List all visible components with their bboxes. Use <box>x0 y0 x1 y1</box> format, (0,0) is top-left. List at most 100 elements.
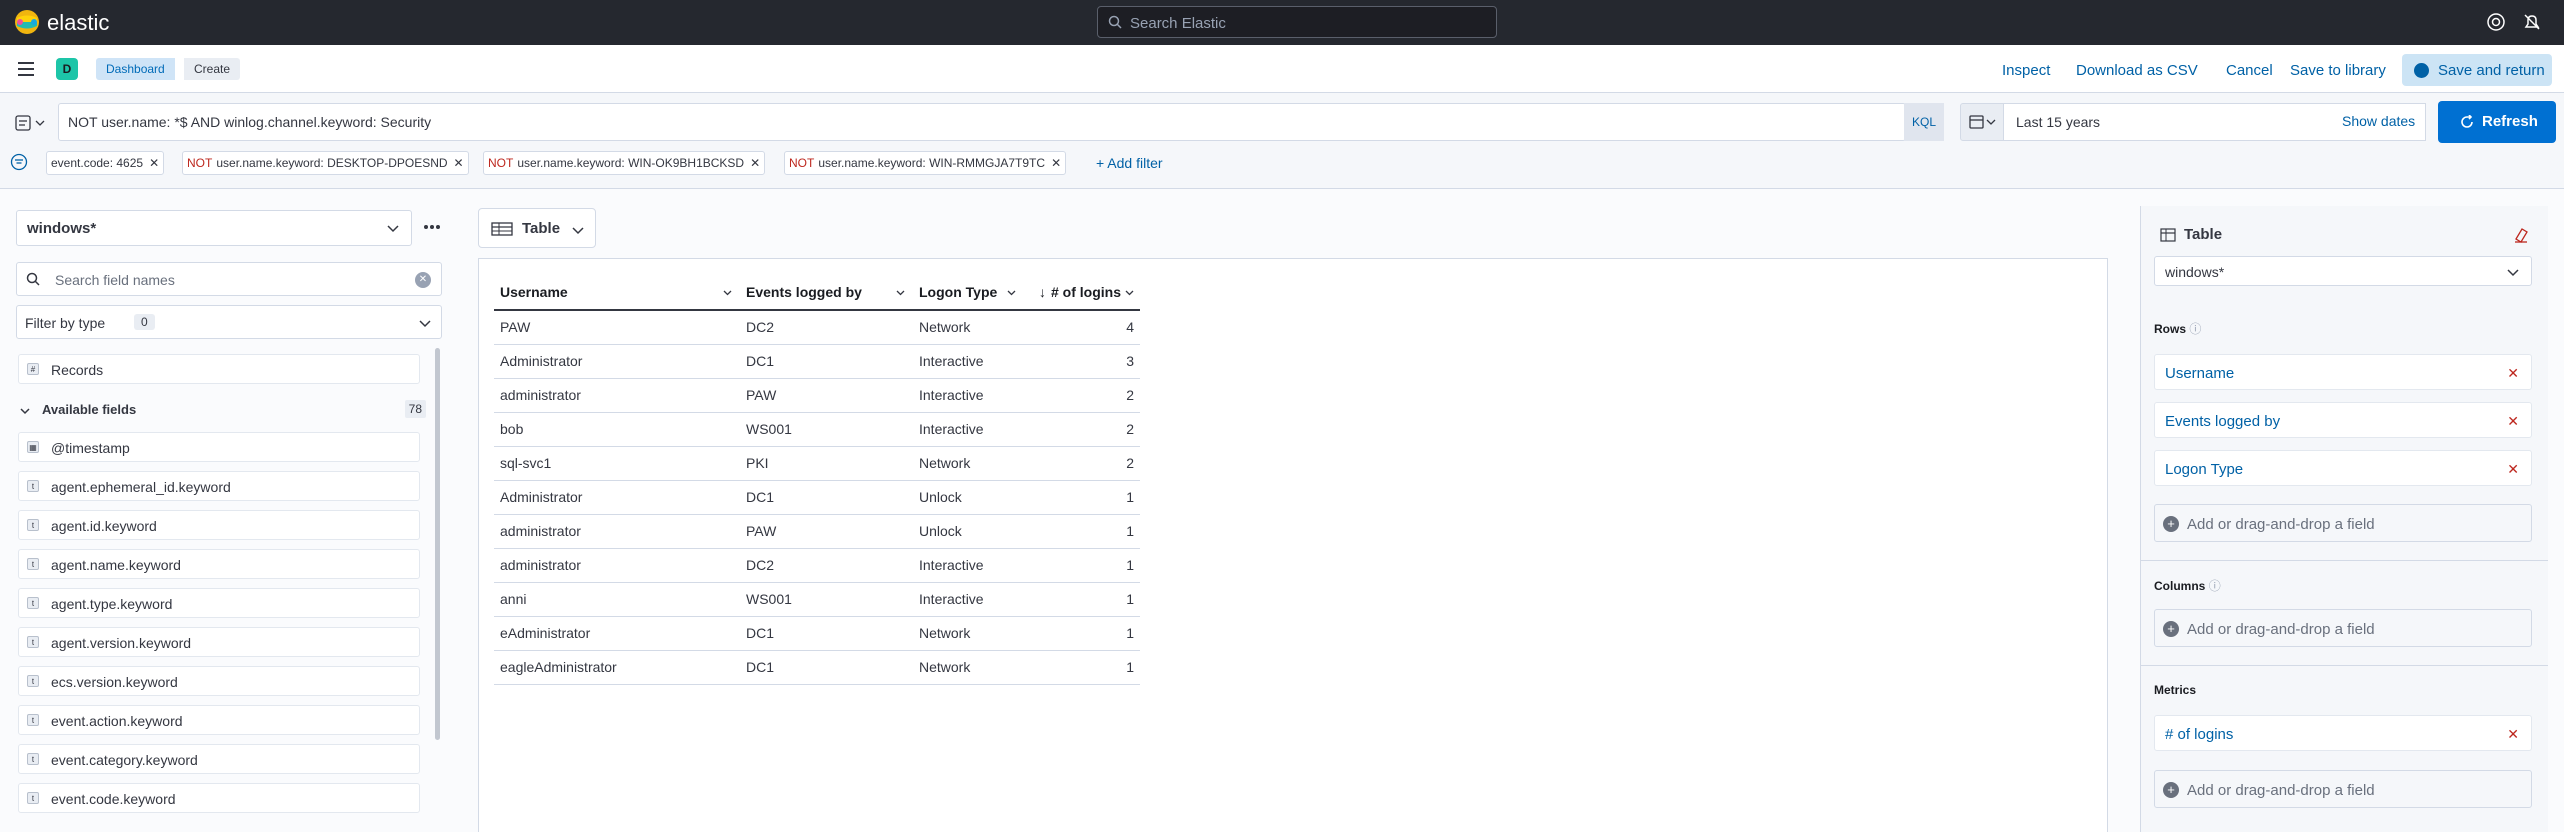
metric-dimension[interactable]: # of logins ✕ <box>2154 715 2532 751</box>
dimension-label: Username <box>2165 365 2235 382</box>
table-cell: DC1 <box>740 616 913 651</box>
global-search-input[interactable]: Search Elastic <box>1097 6 1497 38</box>
refresh-button[interactable]: Refresh <box>2438 101 2556 143</box>
field-name: event.action.keyword <box>51 713 183 729</box>
row-dimension[interactable]: Events logged by ✕ <box>2154 402 2532 438</box>
add-column-field-button[interactable]: + Add or drag-and-drop a field <box>2154 609 2532 647</box>
text-type-icon: t <box>27 597 39 609</box>
more-options-icon[interactable] <box>422 217 442 237</box>
query-language-button[interactable]: KQL <box>1904 103 1944 141</box>
add-metric-field-button[interactable]: + Add or drag-and-drop a field <box>2154 770 2532 808</box>
column-header-username[interactable]: Username <box>494 274 740 311</box>
table-row: eAdministrator DC1 Network 1 <box>494 616 1140 651</box>
filter-text: user.name.keyword: WIN-OK9BH1BCKSD <box>517 156 745 170</box>
field-list-scrollbar[interactable] <box>435 348 440 740</box>
divider <box>2140 560 2548 561</box>
index-pattern-select[interactable]: windows* <box>16 210 412 246</box>
search-icon <box>26 272 40 286</box>
table-cell: 2 <box>1024 412 1140 447</box>
kql-query-input[interactable]: NOT user.name: *$ AND winlog.channel.key… <box>58 103 1906 141</box>
remove-filter-icon[interactable]: ✕ <box>454 156 464 170</box>
filter-pill[interactable]: NOT user.name.keyword: DESKTOP-DPOESND ✕ <box>182 151 469 175</box>
elastic-logo-icon[interactable] <box>14 9 40 35</box>
field-item[interactable]: t ecs.version.keyword <box>18 666 420 696</box>
filter-by-type-button[interactable]: Filter by type 0 <box>16 305 442 339</box>
remove-dimension-icon[interactable]: ✕ <box>2507 726 2519 743</box>
row-dimension[interactable]: Logon Type ✕ <box>2154 450 2532 486</box>
field-item[interactable]: t agent.ephemeral_id.keyword <box>18 471 420 501</box>
row-dimension[interactable]: Username ✕ <box>2154 354 2532 390</box>
notifications-icon[interactable] <box>2522 12 2542 32</box>
table-cell: DC2 <box>740 310 913 345</box>
table-cell: WS001 <box>740 582 913 617</box>
date-range-text: Last 15 years <box>2016 114 2101 130</box>
field-item-records[interactable]: # Records <box>18 354 420 384</box>
plus-icon: + <box>2163 516 2179 532</box>
available-fields-header[interactable]: Available fields 78 <box>18 398 426 424</box>
info-icon: ⓘ <box>2189 322 2202 336</box>
table-cell: administrator <box>494 514 740 549</box>
filter-text: user.name.keyword: DESKTOP-DPOESND <box>216 156 448 170</box>
table-cell: DC1 <box>740 480 913 515</box>
filter-pill[interactable]: NOT user.name.keyword: WIN-RMMGJA7T9TC ✕ <box>784 151 1067 175</box>
filter-pill[interactable]: event.code: 4625 ✕ <box>46 151 165 175</box>
layer-index-label: windows* <box>2165 264 2225 280</box>
breadcrumb-create: Create <box>184 58 241 80</box>
download-csv-button[interactable]: Download as CSV <box>2076 62 2198 79</box>
column-header-label: Logon Type <box>919 283 998 300</box>
plus-icon: + <box>2163 621 2179 637</box>
save-and-return-button[interactable]: Save and return <box>2402 54 2552 86</box>
refresh-label: Refresh <box>2482 113 2538 130</box>
add-row-field-button[interactable]: + Add or drag-and-drop a field <box>2154 504 2532 542</box>
remove-dimension-icon[interactable]: ✕ <box>2507 461 2519 478</box>
field-search-input[interactable]: Search field names ✕ <box>16 262 442 296</box>
remove-dimension-icon[interactable]: ✕ <box>2507 365 2519 382</box>
available-fields-label: Available fields <box>42 402 137 417</box>
table-row: sql-svc1 PKI Network 2 <box>494 446 1140 481</box>
remove-filter-icon[interactable]: ✕ <box>750 156 760 170</box>
table-cell: Administrator <box>494 344 740 379</box>
column-header-logins[interactable]: ↓ # of logins <box>1024 274 1140 311</box>
field-item[interactable]: t agent.version.keyword <box>18 627 420 657</box>
inspect-button[interactable]: Inspect <box>2002 62 2050 79</box>
date-quick-menu-button[interactable] <box>1960 103 2004 141</box>
breadcrumb-dashboard[interactable]: Dashboard <box>96 58 175 80</box>
chevron-down-icon <box>20 408 30 415</box>
clear-layer-icon[interactable] <box>2512 226 2530 244</box>
field-item[interactable]: t event.code.keyword <box>18 783 420 813</box>
remove-dimension-icon[interactable]: ✕ <box>2507 413 2519 430</box>
filter-options-icon[interactable] <box>10 153 28 171</box>
field-item[interactable]: t event.category.keyword <box>18 744 420 774</box>
field-item[interactable]: t agent.id.keyword <box>18 510 420 540</box>
saved-query-menu-icon[interactable] <box>10 107 54 139</box>
chevron-down-icon <box>896 290 905 296</box>
text-type-icon: t <box>27 558 39 570</box>
show-dates-button[interactable]: Show dates <box>2342 113 2415 129</box>
field-item[interactable]: t agent.type.keyword <box>18 588 420 618</box>
clear-search-icon[interactable]: ✕ <box>415 272 431 288</box>
hamburger-menu-icon[interactable] <box>16 61 36 77</box>
column-header-events-logged-by[interactable]: Events logged by <box>740 274 913 311</box>
add-filter-button[interactable]: + Add filter <box>1096 155 1163 171</box>
text-type-icon: t <box>27 675 39 687</box>
column-header-logon-type[interactable]: Logon Type <box>913 274 1024 311</box>
layer-index-select[interactable]: windows* <box>2154 256 2532 286</box>
space-avatar[interactable]: D <box>56 58 78 80</box>
chart-type-switcher[interactable]: Table <box>478 208 596 248</box>
table-cell: Interactive <box>913 582 1024 617</box>
table-cell: Network <box>913 616 1024 651</box>
table-cell: administrator <box>494 378 740 413</box>
filter-negation: NOT <box>187 156 213 170</box>
table-cell: Network <box>913 650 1024 685</box>
filter-pill[interactable]: NOT user.name.keyword: WIN-OK9BH1BCKSD ✕ <box>483 151 766 175</box>
field-item[interactable]: t agent.name.keyword <box>18 549 420 579</box>
table-cell: eagleAdministrator <box>494 650 740 685</box>
remove-filter-icon[interactable]: ✕ <box>149 156 159 170</box>
save-to-library-button[interactable]: Save to library <box>2290 62 2386 79</box>
cancel-button[interactable]: Cancel <box>2226 62 2273 79</box>
field-item[interactable]: t event.action.keyword <box>18 705 420 735</box>
remove-filter-icon[interactable]: ✕ <box>1051 156 1061 170</box>
help-icon[interactable] <box>2486 12 2506 32</box>
field-item[interactable]: ▦ @timestamp <box>18 432 420 462</box>
divider <box>2140 665 2548 666</box>
